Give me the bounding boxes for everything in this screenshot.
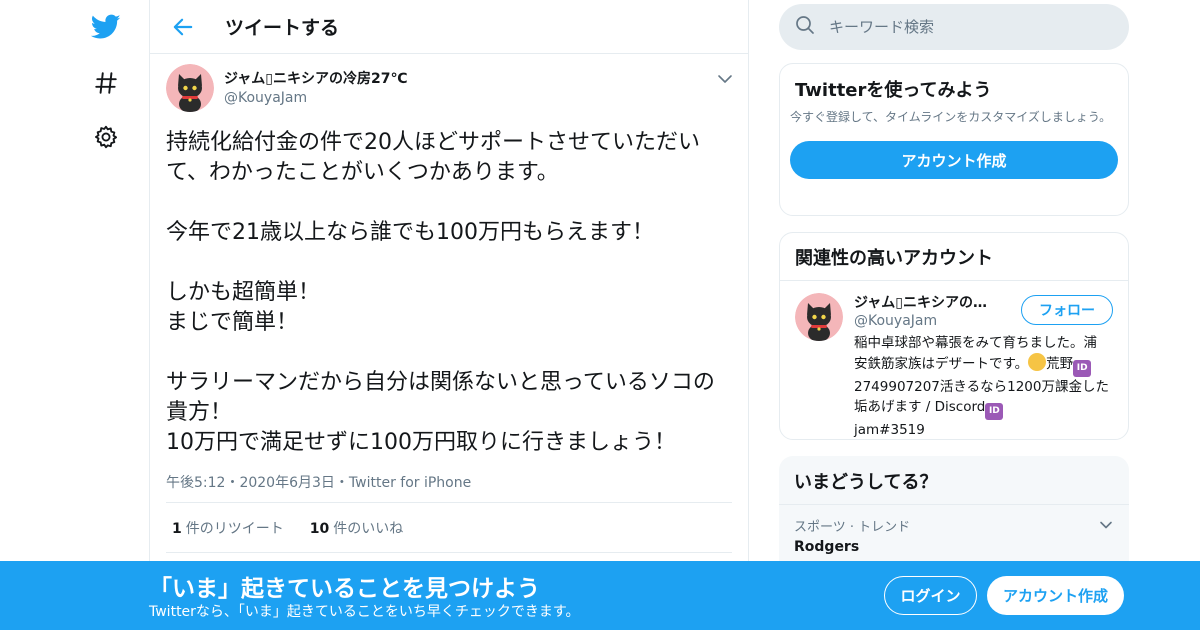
banner-subtitle: Twitterなら、「いま」起きていることをいち早くチェックできます。	[149, 604, 580, 620]
left-nav	[80, 0, 130, 630]
like-count-link[interactable]: 10 件のいいね	[310, 518, 403, 538]
id-badge-icon: ID	[985, 403, 1004, 420]
account-cell[interactable]: ジャム▯ニキシアの… @KouyaJam 稲中卓球部や幕張をみて育ちました。浦安…	[780, 281, 1128, 439]
search-bar[interactable]	[779, 4, 1129, 50]
trend-category: スポーツ · トレンド	[794, 520, 911, 535]
trend-name: Rodgers	[794, 539, 860, 555]
signup-card: Twitterを使ってみよう 今すぐ登録して、タイムラインをカスタマイズしましょ…	[779, 63, 1129, 216]
avatar[interactable]	[795, 293, 843, 341]
retweet-label: 件のリツイート	[185, 520, 284, 537]
search-icon	[795, 15, 815, 39]
right-sidebar: Twitterを使ってみよう 今すぐ登録して、タイムラインをカスタマイズしましょ…	[779, 0, 1129, 596]
signup-card-title: Twitterを使ってみよう	[795, 80, 992, 101]
related-accounts-card: 関連性の高いアカウント ジャム▯ニキシアの… @KouyaJam 稲中卓球部や幕…	[779, 232, 1129, 440]
meta-separator: ・	[334, 475, 349, 491]
retweet-count-link[interactable]: 1 件のリツイート	[172, 518, 284, 538]
relieved-face-icon	[1028, 353, 1047, 371]
tweet-author[interactable]: ジャム▯ニキシアの冷房27℃ @KouyaJam	[166, 64, 732, 118]
avatar[interactable]	[166, 64, 214, 112]
search-input[interactable]	[829, 18, 1089, 36]
tweet-stats: 1 件のリツイート 10 件のいいね	[166, 503, 732, 553]
chevron-down-icon[interactable]	[716, 70, 734, 88]
tweet-text: 持続化給付金の件で20人ほどサポートさせていただいて、わかったことがいくつかあり…	[166, 130, 715, 455]
signup-card-desc: 今すぐ登録して、タイムラインをカスタマイズしましょう。	[790, 110, 1112, 124]
tweet-meta: 午後5:12・2020年6月3日・Twitter for iPhone	[166, 472, 732, 503]
bottom-banner: 「いま」起きていることを見つけよう Twitterなら、「いま」起きていることを…	[0, 561, 1200, 630]
login-button[interactable]: ログイン	[884, 576, 977, 615]
like-label: 件のいいね	[333, 520, 404, 537]
tweet-date[interactable]: 2020年6月3日	[239, 475, 334, 491]
handle[interactable]: @KouyaJam	[224, 90, 407, 106]
bio-text: 荒野	[1046, 356, 1074, 372]
signup-button[interactable]: アカウント作成	[987, 576, 1124, 615]
like-count: 10	[309, 520, 330, 537]
hashtag-icon[interactable]	[85, 62, 127, 104]
banner-title: 「いま」起きていることを見つけよう	[149, 576, 540, 602]
retweet-count: 1	[172, 520, 182, 537]
related-accounts-title: 関連性の高いアカウント	[780, 233, 1128, 281]
gear-icon[interactable]	[85, 116, 127, 158]
top-bar: ツイートする	[150, 0, 748, 54]
tweet-source[interactable]: Twitter for iPhone	[349, 475, 471, 491]
twitter-bird-icon[interactable]	[85, 6, 127, 48]
display-name[interactable]: ジャム▯ニキシアの冷房27℃	[224, 68, 407, 88]
create-account-button[interactable]: アカウント作成	[790, 141, 1118, 179]
trend-item[interactable]: スポーツ · トレンド Rodgers	[779, 505, 1129, 555]
bio-text: jam#3519	[854, 422, 925, 438]
meta-separator: ・	[225, 475, 240, 491]
bio-text: 2749907207活きるなら1200万課金した垢あげます / Discord	[854, 379, 1109, 415]
tweet-column: ツイートする ジャム▯ニキシアの冷房27℃ @KouyaJam 持続化給付金の件…	[149, 0, 749, 630]
account-bio: 稲中卓球部や幕張をみて育ちました。浦安鉄筋家族はデザートです。 荒野 ID27499…	[854, 333, 1109, 439]
account-name[interactable]: ジャム▯ニキシアの…	[854, 292, 1004, 312]
trends-title: いまどうしてる？	[779, 456, 1129, 505]
chevron-down-icon[interactable]	[1099, 517, 1113, 536]
arrow-left-icon[interactable]	[168, 12, 198, 42]
page-title: ツイートする	[225, 17, 340, 39]
id-badge-icon: ID	[1073, 360, 1092, 377]
tweet-time[interactable]: 午後5:12	[166, 475, 225, 491]
tweet: ジャム▯ニキシアの冷房27℃ @KouyaJam 持続化給付金の件で20人ほどサ…	[150, 54, 748, 553]
follow-button[interactable]: フォロー	[1021, 295, 1113, 325]
